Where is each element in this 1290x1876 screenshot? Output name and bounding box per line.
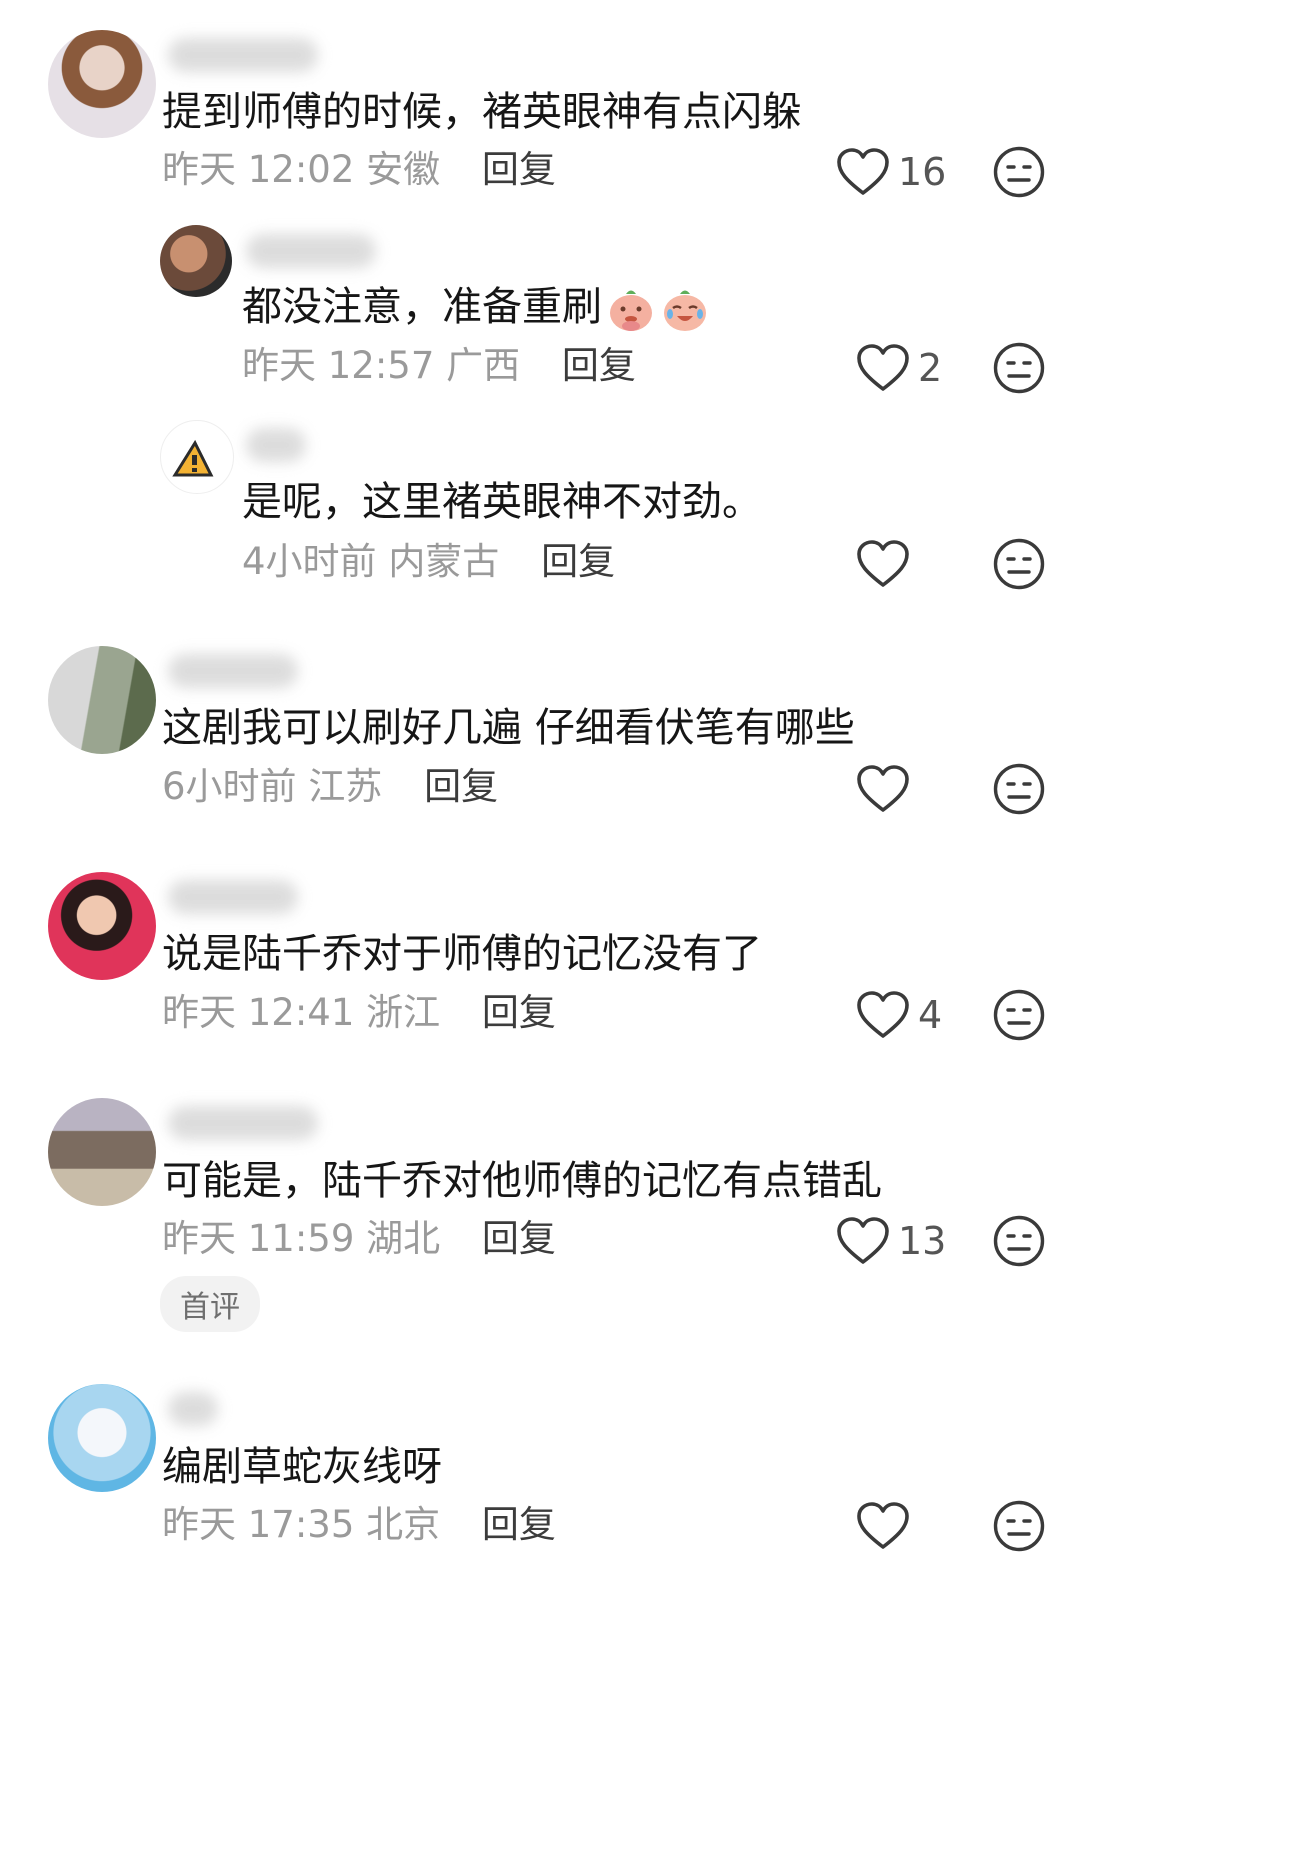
reply-text: 是呢，这里褚英眼神不对劲。 <box>242 479 762 525</box>
neutral-face-icon[interactable] <box>992 537 1046 591</box>
like-button[interactable]: 2 <box>856 340 942 396</box>
comment-time: 昨天 12:02 <box>162 148 355 191</box>
like-button[interactable] <box>856 1498 910 1554</box>
reply-button[interactable]: 回复 <box>482 1503 556 1546</box>
reply-meta: 昨天 12:57 广西 回复 <box>242 344 636 388</box>
neutral-face-icon[interactable] <box>992 145 1046 199</box>
heart-outline-icon <box>856 1501 910 1551</box>
comment-meta: 昨天 12:41 浙江 回复 <box>162 991 556 1035</box>
neutral-face-icon[interactable] <box>992 1499 1046 1553</box>
neutral-face-icon[interactable] <box>992 988 1046 1042</box>
reply-location: 内蒙古 <box>388 540 500 583</box>
neutral-face-icon[interactable] <box>992 762 1046 816</box>
comment-meta: 昨天 12:02 安徽 回复 <box>162 148 556 192</box>
like-count: 4 <box>918 993 943 1037</box>
crying-laughing-peach-icon <box>664 290 706 331</box>
reply-button[interactable]: 回复 <box>424 765 498 808</box>
comment-text: 编剧草蛇灰线呀 <box>162 1444 442 1490</box>
comment-location: 安徽 <box>366 148 441 191</box>
like-button[interactable]: 13 <box>836 1213 946 1269</box>
like-count: 13 <box>898 1219 947 1263</box>
like-button[interactable] <box>856 761 910 817</box>
like-button[interactable]: 4 <box>856 987 942 1043</box>
avatar[interactable] <box>48 872 156 980</box>
avatar[interactable] <box>160 420 234 494</box>
reply-location: 广西 <box>446 344 521 387</box>
comment-location: 浙江 <box>366 991 441 1034</box>
comment-time: 昨天 17:35 <box>162 1503 355 1546</box>
heart-outline-icon <box>856 764 910 814</box>
username-blurred[interactable] <box>168 880 298 914</box>
praying-peach-icon <box>610 290 652 331</box>
comment-time: 6小时前 <box>162 765 297 808</box>
avatar[interactable] <box>48 646 156 754</box>
like-count: 16 <box>898 150 947 194</box>
comment-time: 昨天 11:59 <box>162 1217 355 1260</box>
reply-button[interactable]: 回复 <box>562 344 636 387</box>
username-blurred[interactable] <box>168 38 318 72</box>
neutral-face-icon[interactable] <box>992 341 1046 395</box>
reply-button[interactable]: 回复 <box>482 148 556 191</box>
comment-text: 提到师傅的时候，褚英眼神有点闪躲 <box>162 89 802 135</box>
heart-outline-icon <box>856 539 910 589</box>
avatar[interactable] <box>160 225 232 297</box>
comment-text: 可能是，陆千乔对他师傅的记忆有点错乱 <box>162 1158 882 1204</box>
username-blurred[interactable] <box>168 654 298 688</box>
heart-outline-icon <box>856 990 910 1040</box>
reply-button[interactable]: 回复 <box>482 991 556 1034</box>
reply-time: 昨天 12:57 <box>242 344 435 387</box>
comment-meta: 6小时前 江苏 回复 <box>162 765 498 809</box>
first-comment-badge: 首评 <box>160 1276 260 1332</box>
username-blurred[interactable] <box>168 1106 318 1140</box>
heart-outline-icon <box>836 1216 890 1266</box>
comment-text: 说是陆千乔对于师傅的记忆没有了 <box>162 931 762 977</box>
comment-location: 江苏 <box>308 765 383 808</box>
heart-outline-icon <box>856 343 910 393</box>
username-blurred[interactable] <box>246 234 376 268</box>
avatar[interactable] <box>48 1384 156 1492</box>
comment-meta: 昨天 11:59 湖北 回复 <box>162 1217 556 1261</box>
neutral-face-icon[interactable] <box>992 1214 1046 1268</box>
like-count: 2 <box>918 346 943 390</box>
comment-text: 这剧我可以刷好几遍 仔细看伏笔有哪些 <box>162 705 855 751</box>
comment-meta: 昨天 17:35 北京 回复 <box>162 1503 556 1547</box>
reply-time: 4小时前 <box>242 540 377 583</box>
username-blurred[interactable] <box>168 1392 218 1426</box>
reply-button[interactable]: 回复 <box>482 1217 556 1260</box>
username-blurred[interactable] <box>246 428 306 462</box>
comment-location: 北京 <box>366 1503 441 1546</box>
warning-sign-icon <box>172 439 214 477</box>
reply-meta: 4小时前 内蒙古 回复 <box>242 540 615 584</box>
reply-button[interactable]: 回复 <box>541 540 615 583</box>
avatar[interactable] <box>48 1098 156 1206</box>
like-button[interactable]: 16 <box>836 144 946 200</box>
avatar[interactable] <box>48 30 156 138</box>
comment-time: 昨天 12:41 <box>162 991 355 1034</box>
heart-outline-icon <box>836 147 890 197</box>
like-button[interactable] <box>856 536 910 592</box>
reply-text: 都没注意，准备重刷 <box>242 283 710 334</box>
comment-location: 湖北 <box>366 1217 441 1260</box>
